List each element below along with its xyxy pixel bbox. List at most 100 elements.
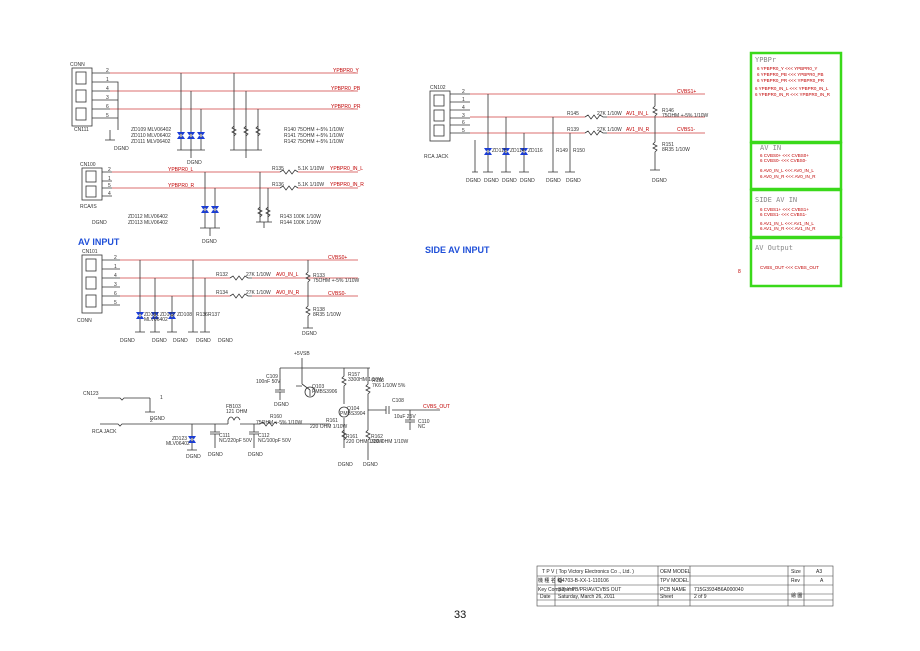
svg-text:ZD123MLV06402: ZD123 MLV06402 <box>166 436 190 447</box>
svg-text:A3: A3 <box>816 569 822 575</box>
svg-text:DGND: DGND <box>114 146 129 152</box>
port-box-ypbpr: YPBPr 6 YPBPR0_Y <<< YPBPR0_Y 6 YPBPR0_P… <box>749 51 843 144</box>
svg-text:C108: C108 <box>392 398 404 404</box>
svg-text:5: 5 <box>106 113 109 119</box>
svg-text:5: 5 <box>462 128 465 134</box>
svg-text:Q103PMBS3906: Q103 PMBS3906 <box>312 384 338 395</box>
schematic-canvas: CONN CN111 2 1 4 3 6 5 YPBPR0_Y YPBPR0_P… <box>70 51 843 621</box>
svg-text:Size: Size <box>791 569 801 575</box>
svg-text:DGND: DGND <box>120 338 135 344</box>
cn111-name: CONN <box>70 62 85 68</box>
svg-text:CN123: CN123 <box>83 391 99 397</box>
svg-text:ZD102: ZD102 <box>160 312 175 318</box>
svg-text:2: 2 <box>150 418 153 424</box>
svg-text:27K 1/10W: 27K 1/10W <box>597 127 622 133</box>
svg-text:DGND: DGND <box>302 331 317 337</box>
svg-text:75OHM +-5% 1/10W: 75OHM +-5% 1/10W <box>256 420 303 426</box>
svg-text:1: 1 <box>108 176 111 182</box>
svg-text:1: 1 <box>114 264 117 270</box>
svg-text:FB103121 OHM: FB103 121 OHM <box>226 404 247 415</box>
page-number: 33 <box>454 609 466 621</box>
svg-text:CVBS1+: CVBS1+ <box>677 89 696 95</box>
svg-text:3: 3 <box>114 282 117 288</box>
svg-text:ZD116: ZD116 <box>528 148 543 154</box>
svg-text:R139: R139 <box>567 127 579 133</box>
net-ypbpr0-y: YPBPR0_Y <box>333 68 360 74</box>
svg-text:DGND: DGND <box>196 338 211 344</box>
svg-text:DGND: DGND <box>208 452 223 458</box>
svg-text:R1587K6 1/10W 5%: R158 7K6 1/10W 5% <box>372 378 406 389</box>
svg-text:C111NC/220pF 50V: C111 NC/220pF 50V <box>219 433 253 444</box>
svg-text:ZD114: ZD114 <box>510 148 525 154</box>
svg-text:DGND: DGND <box>152 338 167 344</box>
svg-text:6 AV0_IN_L <<< AV0_IN_L: 6 AV0_IN_L <<< AV0_IN_L <box>760 168 814 173</box>
svg-text:2 of 9: 2 of 9 <box>694 594 707 600</box>
svg-text:DGND: DGND <box>502 178 517 184</box>
svg-text:DGND: DGND <box>173 338 188 344</box>
svg-text:6: 6 <box>462 120 465 126</box>
audio-lr-connector-block: CN100 RCA/IS 2 1 5 4 YPBPR0_L YPBPR0_R R… <box>80 162 364 245</box>
zd112-113-labels: ZD112 MLV06402 ZD113 MLV06402 <box>128 214 168 226</box>
svg-text:R149: R149 <box>556 148 568 154</box>
svg-text:DGND: DGND <box>546 178 561 184</box>
ypbpr-connector-block: CONN CN111 2 1 4 3 6 5 YPBPR0_Y YPBPR0_P… <box>70 62 361 166</box>
svg-text:R136: R136 <box>196 312 208 318</box>
svg-text:6: 6 <box>114 291 117 297</box>
svg-text:RCA/IS: RCA/IS <box>80 204 97 210</box>
svg-text:2: 2 <box>108 167 111 173</box>
svg-text:R136: R136 <box>272 182 284 188</box>
av-output-block: +5VSB C109 100nF 50V DGND Q103 PMBS3906 R1… <box>83 351 450 468</box>
svg-text:10uF 25V: 10uF 25V <box>394 414 416 420</box>
svg-text:CVBS1-: CVBS1- <box>677 127 695 133</box>
svg-text:6 YPBPR0_PR <<< YPBPR0_PR: 6 YPBPR0_PR <<< YPBPR0_PR <box>757 78 825 83</box>
svg-text:4: 4 <box>106 86 109 92</box>
svg-text:3: 3 <box>106 95 109 101</box>
svg-text:C110NC: C110 NC <box>418 419 430 430</box>
svg-text:+5VSB: +5VSB <box>294 351 310 357</box>
svg-text:8: 8 <box>738 269 741 275</box>
svg-text:Rev: Rev <box>791 578 800 584</box>
svg-text:YPBPR0_IN_L: YPBPR0_IN_L <box>330 166 363 172</box>
svg-text:DGND: DGND <box>202 239 217 245</box>
svg-text:R13375OHM +-5% 1/10W: R133 75OHM +-5% 1/10W <box>313 273 360 284</box>
svg-text:R135: R135 <box>272 166 284 172</box>
svg-text:ZD115: ZD115 <box>492 148 507 154</box>
svg-text:2: 2 <box>106 68 109 74</box>
svg-text:AV0_IN_R: AV0_IN_R <box>276 290 300 296</box>
svg-text:CONN: CONN <box>77 318 92 324</box>
svg-text:6 YPBPR0_IN_L <<< YPBPR0_IN_: 6 YPBPR0_IN_L <<< YPBPR0_IN_L <box>755 86 829 91</box>
svg-text:Q4703-B-XX-1-110106: Q4703-B-XX-1-110106 <box>558 578 609 584</box>
svg-text:4: 4 <box>114 273 117 279</box>
svg-text:T P V ( Top Victory Elect: T P V ( Top Victory Electronics Co ., Lt… <box>542 569 634 575</box>
svg-text:R145: R145 <box>567 111 579 117</box>
svg-text:Q104PMBS3904: Q104 PMBS3904 <box>340 406 366 417</box>
port-box-side-av-in: SIDE AV IN 6 CVBS1+ <<< CVBS1+ 6 CVBS1- … <box>749 188 843 239</box>
svg-text:27K 1/10W: 27K 1/10W <box>597 111 622 117</box>
svg-text:DGND: DGND <box>652 178 667 184</box>
svg-text:3: 3 <box>462 113 465 119</box>
svg-text:DGND: DGND <box>187 160 202 166</box>
svg-text:AV1_IN_L: AV1_IN_L <box>626 111 649 117</box>
svg-text:5.1K 1/10W: 5.1K 1/10W <box>298 166 324 172</box>
svg-text:R162330 OHM 1/10W: R162 330 OHM 1/10W <box>371 434 409 445</box>
svg-text:DGND: DGND <box>363 462 378 468</box>
svg-text:R132: R132 <box>216 272 228 278</box>
svg-text:DGND: DGND <box>274 402 289 408</box>
heading-side-av-input: SIDE AV INPUT <box>425 245 490 255</box>
svg-text:6 YPBPR0_PB <<< YPBPR0_PB: 6 YPBPR0_PB <<< YPBPR0_PB <box>757 72 824 77</box>
svg-text:R150: R150 <box>573 148 585 154</box>
svg-text:CN101: CN101 <box>82 249 98 255</box>
svg-text:R14675OHM +-5% 1/10W: R146 75OHM +-5% 1/10W <box>662 108 709 119</box>
net-ypbpr0-pr: YPBPR0_PR <box>331 104 361 110</box>
svg-text:2: 2 <box>114 255 117 261</box>
svg-text:715G3934B6A000040: 715G3934B6A000040 <box>694 587 744 593</box>
svg-text:C109100nF 50V: C109 100nF 50V <box>256 374 281 385</box>
svg-text:4: 4 <box>462 105 465 111</box>
svg-text:RCA JACK: RCA JACK <box>92 429 117 435</box>
port-box-av-in: AV IN 6 CVBS0+ <<< CVBS0+ 6 CVBS0- <<< C… <box>749 141 843 191</box>
svg-text:27K 1/10W: 27K 1/10W <box>246 272 271 278</box>
svg-text:R134: R134 <box>216 290 228 296</box>
svg-text:TPV MODEL: TPV MODEL <box>660 578 689 584</box>
svg-text:YPBPr: YPBPr <box>755 56 776 64</box>
svg-text:CVBS0+: CVBS0+ <box>328 255 347 261</box>
